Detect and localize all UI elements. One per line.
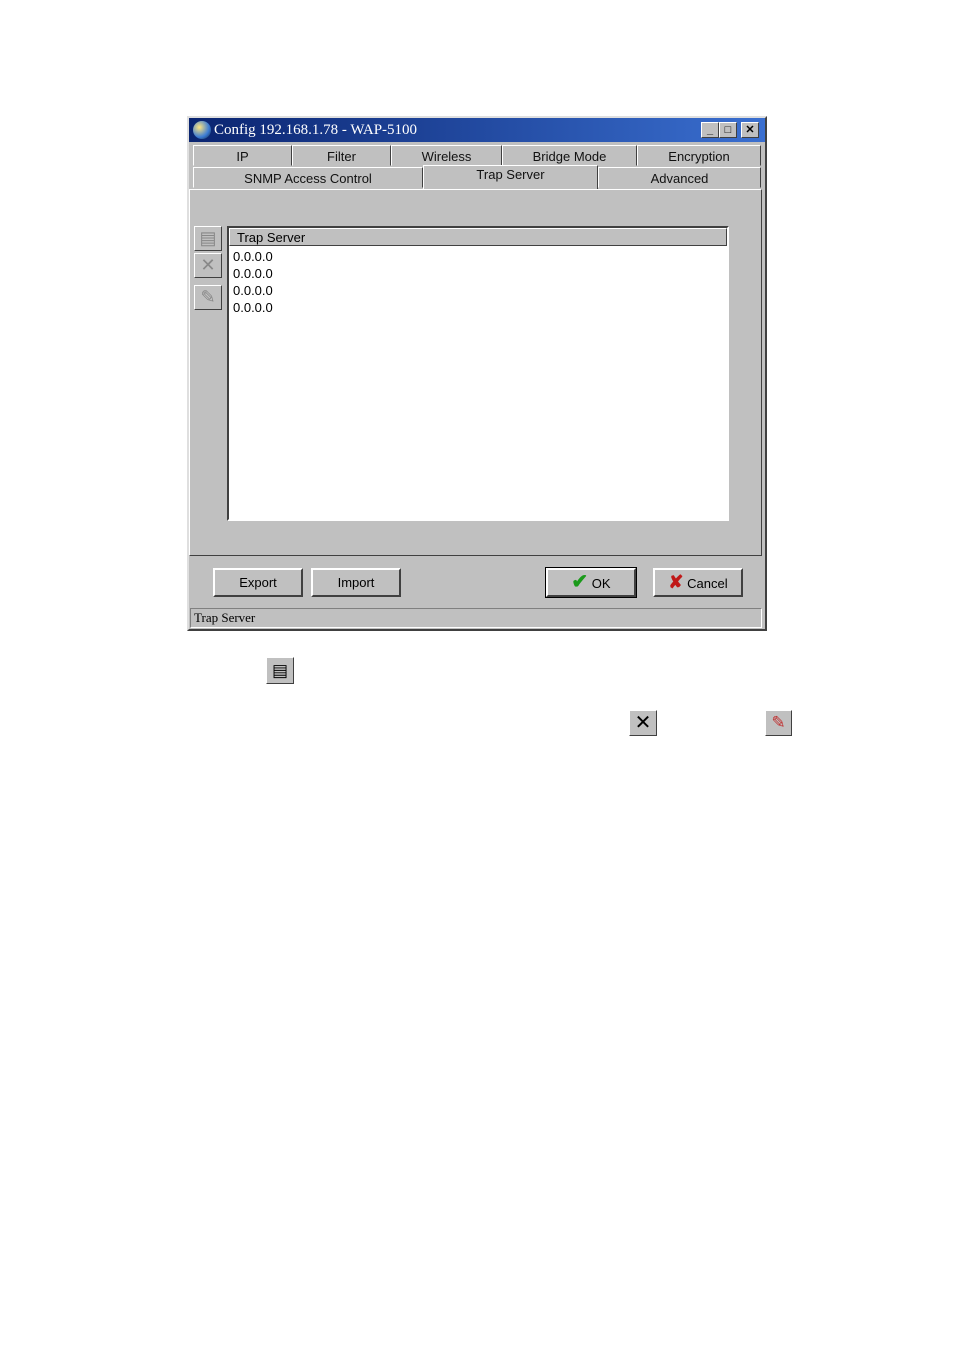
check-icon: ✔ xyxy=(571,571,589,593)
trap-server-list[interactable]: Trap Server 0.0.0.0 0.0.0.0 0.0.0.0 0.0.… xyxy=(227,226,729,521)
status-bar: Trap Server xyxy=(190,608,762,628)
tab-ip[interactable]: IP xyxy=(193,145,292,166)
clear-button[interactable]: ✎ xyxy=(194,285,222,310)
list-item[interactable]: 0.0.0.0 xyxy=(233,265,273,282)
clear-eraser-icon: ✎ xyxy=(765,710,792,736)
maximize-button[interactable]: □ xyxy=(719,122,737,138)
clear-eraser-icon: ✎ xyxy=(200,287,216,307)
ok-label: OK xyxy=(591,576,611,591)
cancel-label: Cancel xyxy=(687,576,728,591)
edit-properties-icon: ▤ xyxy=(199,228,217,248)
edit-properties-icon: ▤ xyxy=(266,657,294,684)
export-button[interactable]: Export xyxy=(213,568,303,597)
close-button[interactable]: ✕ xyxy=(741,122,759,138)
cancel-x-icon: ✘ xyxy=(668,572,684,592)
cancel-button[interactable]: ✘ Cancel xyxy=(653,568,743,597)
tab-snmp-access-control[interactable]: SNMP Access Control xyxy=(193,167,423,188)
ok-button[interactable]: ✔ OK xyxy=(545,567,637,598)
list-item[interactable]: 0.0.0.0 xyxy=(233,299,273,316)
tab-trap-server[interactable]: Trap Server xyxy=(423,165,598,189)
list-item[interactable]: 0.0.0.0 xyxy=(233,248,273,265)
window-title: Config 192.168.1.78 - WAP-5100 xyxy=(214,122,418,138)
tab-wireless[interactable]: Wireless xyxy=(391,145,502,166)
list-column-header[interactable]: Trap Server xyxy=(229,228,727,246)
delete-x-icon: ✕ xyxy=(629,710,657,736)
tab-bridge-mode[interactable]: Bridge Mode xyxy=(502,145,637,166)
import-button[interactable]: Import xyxy=(311,568,401,597)
title-bar: Config 192.168.1.78 - WAP-5100 _ □ ✕ xyxy=(189,118,765,142)
delete-x-icon: ✕ xyxy=(200,255,216,275)
tab-advanced[interactable]: Advanced xyxy=(598,167,761,188)
app-globe-icon xyxy=(193,121,211,139)
delete-button[interactable]: ✕ xyxy=(194,253,222,278)
minimize-button[interactable]: _ xyxy=(701,122,719,138)
edit-properties-button[interactable]: ▤ xyxy=(194,226,222,251)
tab-filter[interactable]: Filter xyxy=(292,145,391,166)
tab-encryption[interactable]: Encryption xyxy=(637,145,761,166)
list-item[interactable]: 0.0.0.0 xyxy=(233,282,273,299)
